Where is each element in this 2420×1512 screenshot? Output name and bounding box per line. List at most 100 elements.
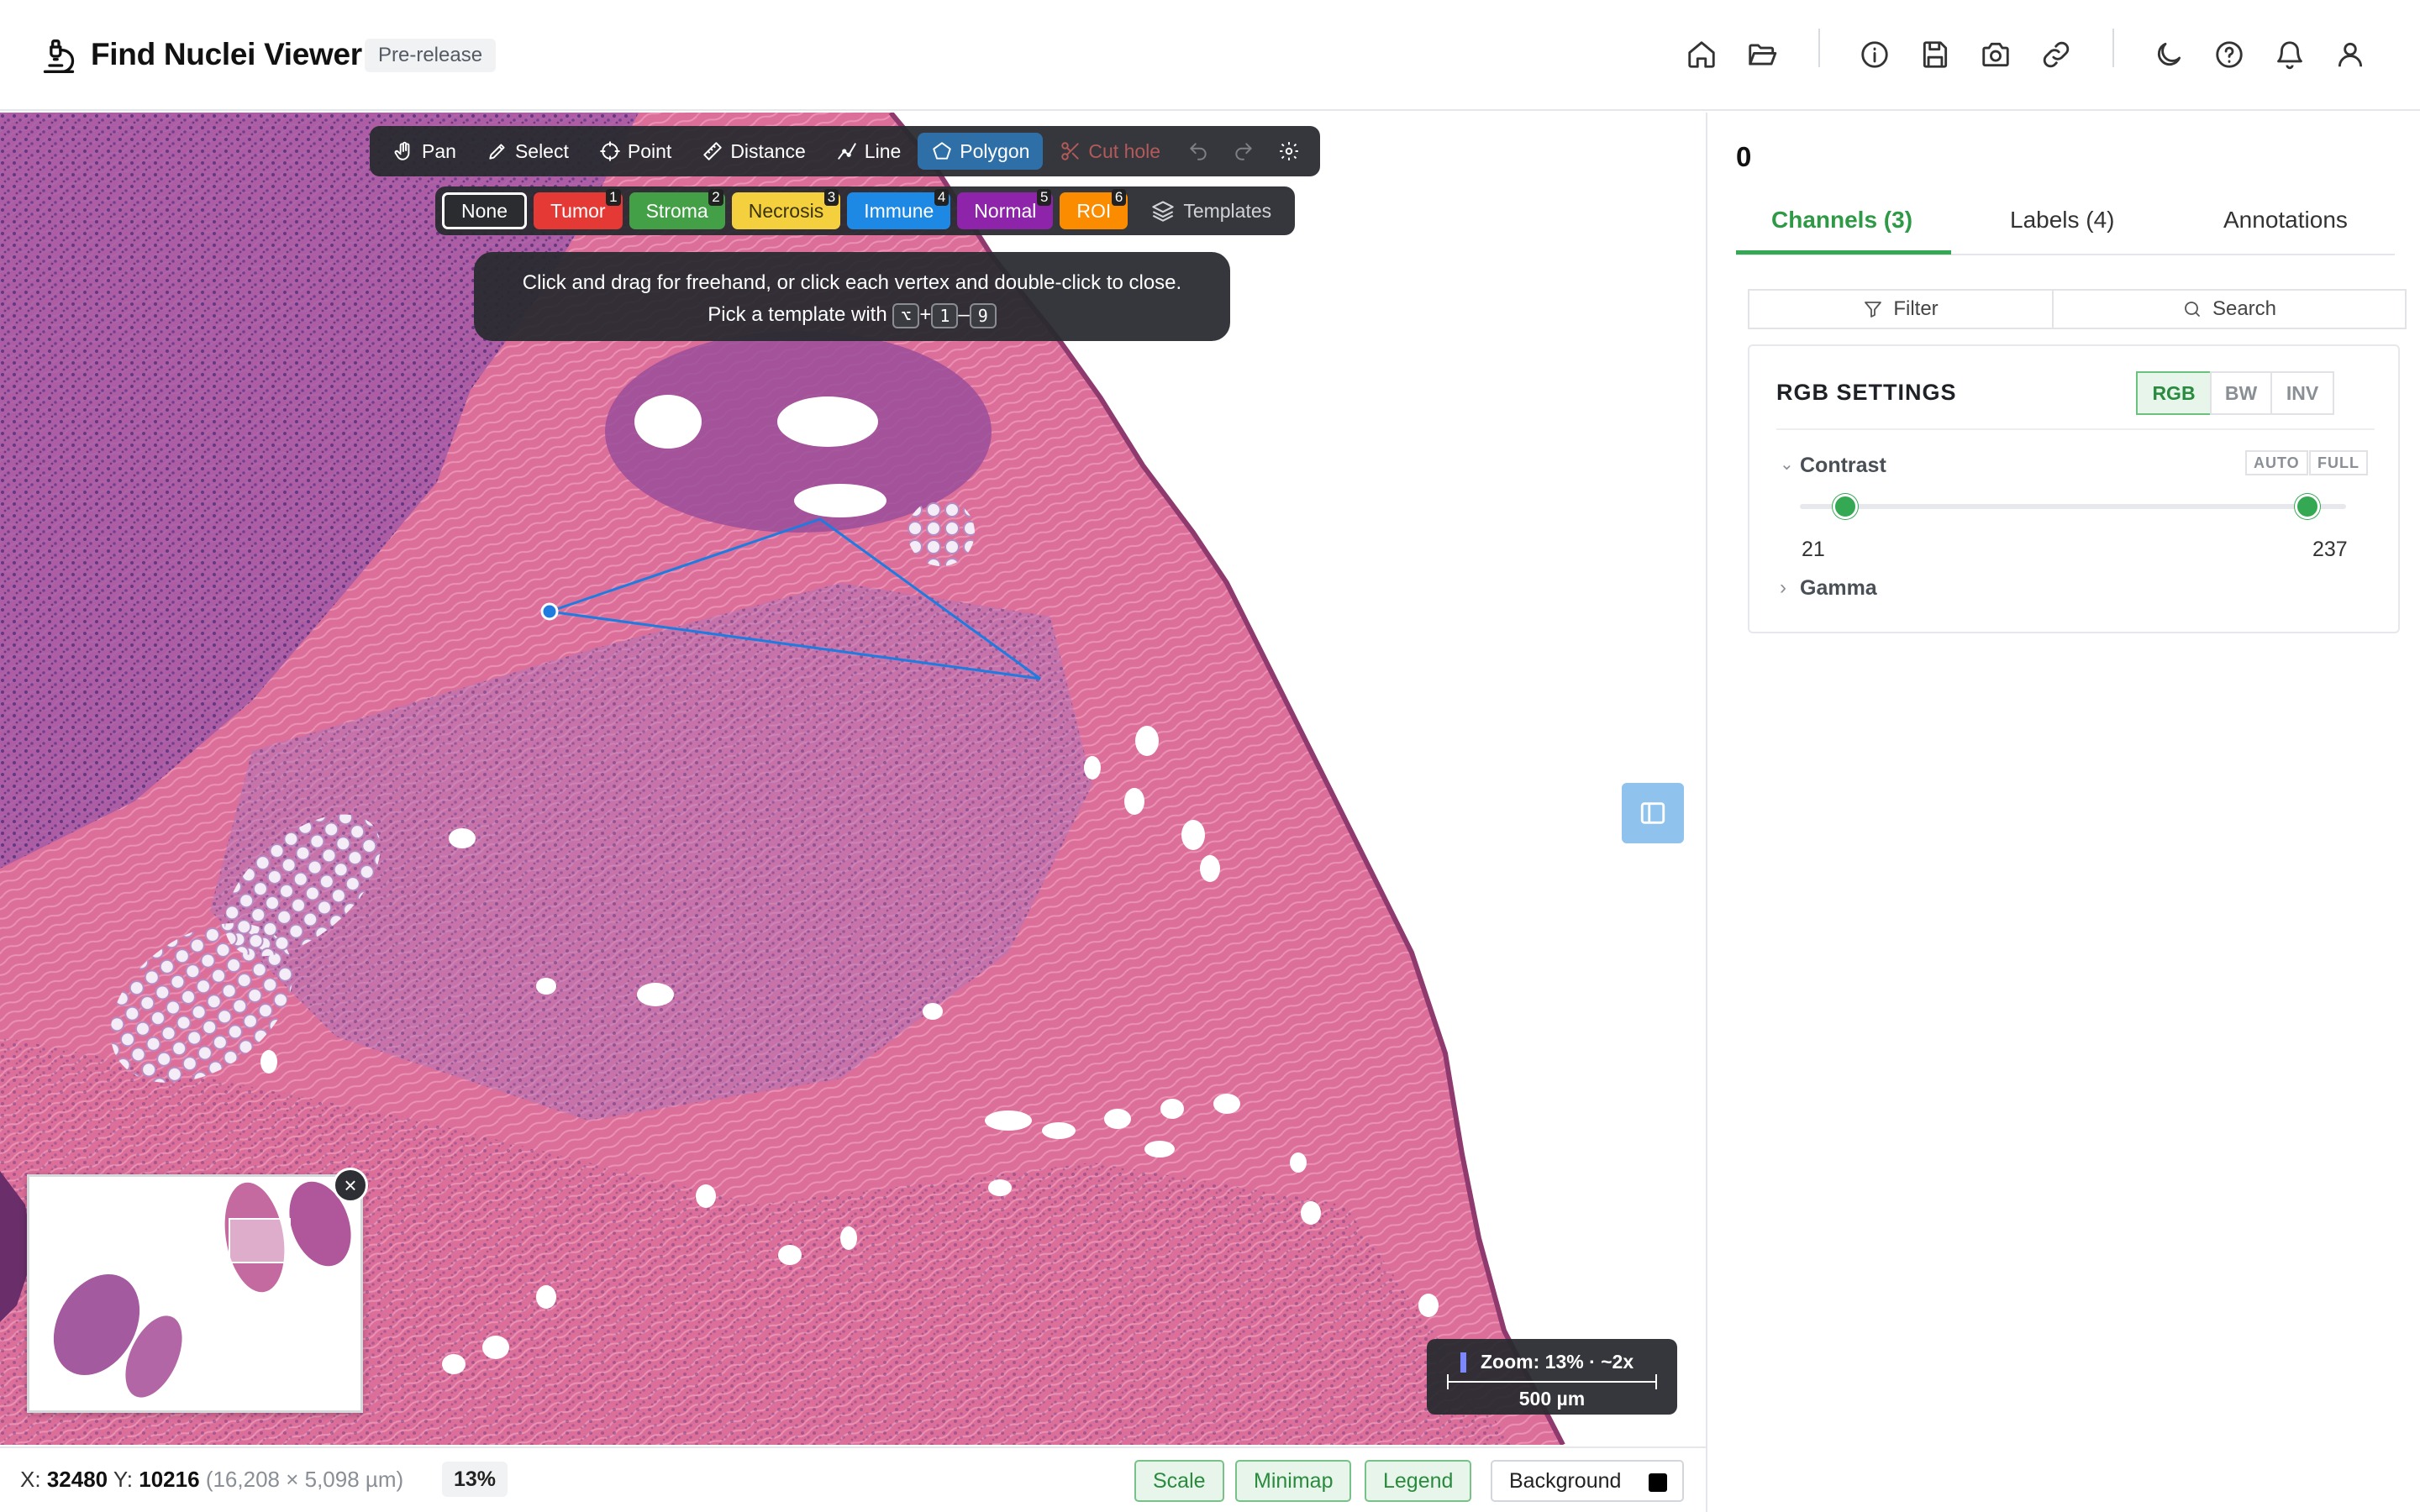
background-button[interactable]: Background: [1491, 1460, 1684, 1502]
follicle-lumen: [777, 396, 878, 447]
search-button[interactable]: Search: [2052, 289, 2407, 329]
contrast-max-value: 237: [2312, 538, 2348, 561]
distance-tool[interactable]: Distance: [688, 133, 818, 170]
tab-channels[interactable]: Channels (3): [1771, 207, 1912, 234]
cut-hole-tool[interactable]: Cut hole: [1046, 133, 1174, 170]
class-chip-label: Normal: [974, 200, 1037, 222]
class-chip-label: None: [461, 200, 508, 222]
zoom-indicator: [1460, 1352, 1466, 1373]
redo-button[interactable]: [1223, 133, 1265, 170]
ruler-icon: [703, 142, 723, 160]
sidebar-toggle-button[interactable]: [1622, 783, 1684, 843]
class-chip-label: Immune: [864, 200, 934, 222]
search-icon: [2185, 302, 2200, 317]
templates-button[interactable]: Templates: [1134, 192, 1288, 229]
gamma-label[interactable]: Gamma: [1800, 576, 1877, 601]
crosshair-icon: [600, 141, 620, 161]
help-icon[interactable]: [2213, 39, 2245, 71]
mode-rgb-button[interactable]: RGB: [2136, 371, 2212, 415]
class-chip-roi[interactable]: ROI 6: [1060, 189, 1128, 229]
contrast-label[interactable]: Contrast: [1800, 454, 1886, 478]
status-bar: X: 32480 Y: 10216 (16,208 × 5,098 µm) 13…: [0, 1446, 1706, 1512]
minimap-close-button[interactable]: ×: [333, 1168, 368, 1203]
app-title: Find Nuclei Viewer: [91, 37, 362, 71]
app-header: Find Nuclei Viewer Pre-release: [0, 0, 2420, 111]
class-shortcut-key: 4: [934, 189, 950, 206]
class-selector: None Tumor 1 Stroma 2 Necrosis 3 Immune 4 Normal 5…: [435, 186, 1296, 235]
class-chip-immune[interactable]: Immune 4: [847, 189, 951, 229]
chevron-right-icon[interactable]: ›: [1780, 576, 1786, 600]
polygon-tool[interactable]: Polygon: [918, 133, 1044, 170]
panel-tabs: Channels (3) Labels (4) Annotations: [1736, 197, 2395, 255]
tool-settings-button[interactable]: [1268, 133, 1310, 170]
card-divider: [1776, 428, 2375, 430]
cursor-coordinates: X: 32480 Y: 10216 (16,208 × 5,098 µm): [20, 1467, 404, 1492]
tab-labels[interactable]: Labels (4): [2010, 207, 2115, 234]
user-icon[interactable]: [2334, 39, 2366, 71]
undo-button[interactable]: [1177, 133, 1219, 170]
gear-icon: [1280, 142, 1298, 160]
contrast-slider-track[interactable]: [1800, 504, 2346, 509]
polygon-vertex: [540, 602, 559, 621]
scale-toggle-button[interactable]: Scale: [1134, 1460, 1224, 1502]
class-chip-label: Tumor: [550, 200, 606, 222]
point-tool[interactable]: Point: [586, 133, 685, 170]
mode-bw-button[interactable]: BW: [2210, 371, 2272, 415]
class-chip-stroma[interactable]: Stroma 2: [629, 189, 725, 229]
prerelease-badge: Pre-release: [365, 39, 497, 72]
polyline-icon: [838, 143, 856, 160]
class-chip-normal[interactable]: Normal 5: [957, 189, 1054, 229]
hand-icon: [394, 141, 410, 160]
right-panel: 0 Channels (3) Labels (4) Annotations Fi…: [1706, 113, 2420, 1512]
option-key: ⌥: [892, 302, 920, 328]
annotation-count: 0: [1736, 141, 1752, 172]
contrast-max-handle[interactable]: [2295, 494, 2321, 519]
link-icon[interactable]: [2040, 39, 2072, 71]
follicle-lumen: [794, 484, 886, 517]
contrast-full-button[interactable]: FULL: [2309, 450, 2368, 475]
contrast-min-handle[interactable]: [1832, 494, 1858, 519]
pencil-icon: [489, 144, 505, 160]
contrast-auto-button[interactable]: AUTO: [2245, 450, 2308, 475]
camera-icon[interactable]: [1980, 39, 2012, 71]
background-swatch: [1649, 1473, 1667, 1492]
folder-open-icon[interactable]: [1746, 39, 1778, 71]
key-1: 1: [931, 302, 959, 328]
contrast-min-value: 21: [1802, 538, 1825, 561]
line-tool[interactable]: Line: [823, 133, 914, 170]
zoom-scale-overlay: Zoom: 13% · ~2x 500 µm: [1427, 1339, 1677, 1415]
follicle-lumen: [634, 395, 702, 449]
tab-annotations[interactable]: Annotations: [2223, 207, 2348, 234]
select-tool[interactable]: Select: [473, 133, 582, 170]
redo-icon: [1235, 143, 1252, 160]
card-title: RGB SETTINGS: [1776, 380, 1957, 405]
scissors-icon: [1061, 142, 1080, 160]
mode-inv-button[interactable]: INV: [2270, 371, 2334, 415]
undo-icon: [1190, 143, 1207, 160]
scale-bar: [1447, 1374, 1657, 1389]
minimap[interactable]: [27, 1174, 363, 1413]
gland-cluster: [908, 499, 975, 566]
minimap-viewport: [229, 1218, 291, 1263]
pan-tool[interactable]: Pan: [380, 133, 470, 170]
bell-icon[interactable]: [2274, 39, 2306, 71]
class-shortcut-key: 1: [606, 189, 621, 206]
class-chip-necrosis[interactable]: Necrosis 3: [731, 189, 841, 229]
scale-label: 500 µm: [1518, 1388, 1586, 1410]
minimap-toggle-button[interactable]: Minimap: [1235, 1460, 1352, 1502]
chevron-down-icon[interactable]: ⌄: [1780, 454, 1794, 475]
filter-button[interactable]: Filter: [1748, 289, 2054, 329]
info-icon[interactable]: [1859, 39, 1891, 71]
microscope-icon: [40, 37, 77, 76]
class-chip-tumor[interactable]: Tumor 1: [533, 189, 623, 229]
class-chip-label: ROI: [1076, 200, 1112, 222]
save-icon[interactable]: [1919, 39, 1951, 71]
filter-icon: [1865, 302, 1882, 318]
home-icon[interactable]: [1686, 39, 1718, 71]
pentagon-icon: [933, 142, 952, 160]
legend-toggle-button[interactable]: Legend: [1365, 1460, 1472, 1502]
sidebar-icon: [1640, 802, 1665, 824]
polygon-hint: Click and drag for freehand, or click ea…: [474, 252, 1230, 341]
class-chip-none[interactable]: None: [442, 192, 527, 229]
moon-icon[interactable]: [2153, 39, 2185, 71]
